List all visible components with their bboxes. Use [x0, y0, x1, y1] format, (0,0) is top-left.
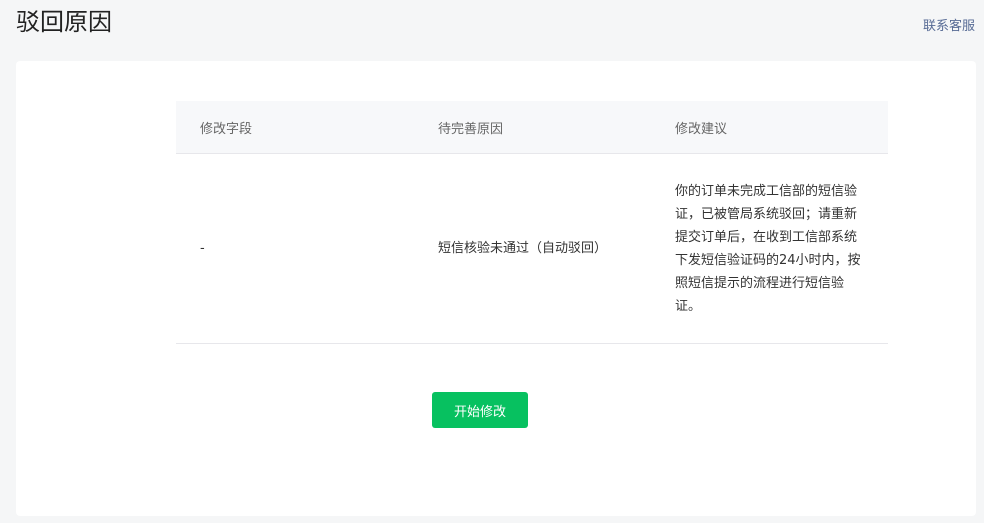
rejection-reason-table: 修改字段 待完善原因 修改建议 - 短信核验未通过（自动驳回） 你的订单未完成工… [176, 101, 888, 344]
cell-suggestion: 你的订单未完成工信部的短信验证，已被管局系统驳回；请重新提交订单后，在收到工信部… [651, 153, 888, 344]
start-edit-button[interactable]: 开始修改 [432, 392, 528, 428]
column-header-suggestion: 修改建议 [651, 101, 888, 154]
cell-reason: 短信核验未通过（自动驳回） [414, 153, 651, 344]
contact-support-link[interactable]: 联系客服 [923, 17, 975, 37]
table-row: - 短信核验未通过（自动驳回） 你的订单未完成工信部的短信验证，已被管局系统驳回… [176, 153, 888, 344]
cell-field: - [176, 153, 414, 344]
content-card: 修改字段 待完善原因 修改建议 - 短信核验未通过（自动驳回） 你的订单未完成工… [16, 61, 976, 516]
page: 驳回原因 联系客服 修改字段 待完善原因 修改建议 - 短信核验未通过（自动驳回… [0, 0, 984, 523]
column-header-field: 修改字段 [176, 101, 414, 154]
page-title: 驳回原因 [16, 8, 112, 36]
column-header-reason: 待完善原因 [414, 101, 651, 154]
table-header-row: 修改字段 待完善原因 修改建议 [176, 101, 888, 154]
